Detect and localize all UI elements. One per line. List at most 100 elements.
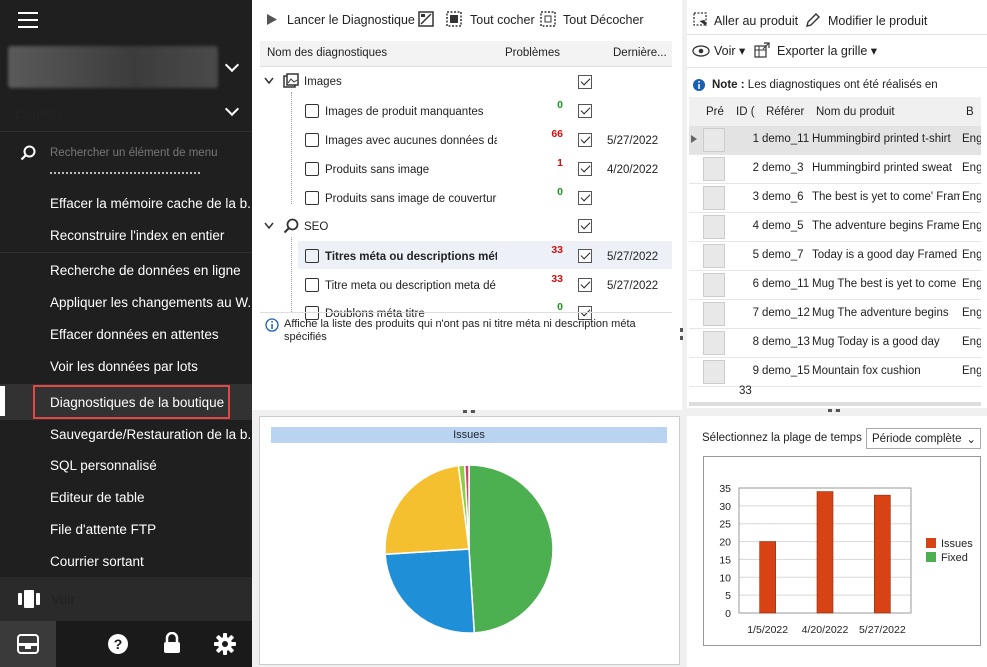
group-seo[interactable]: SEO	[304, 221, 328, 233]
product-reference: demo_3	[762, 162, 804, 174]
sidebar-item-1[interactable]: Reconstruire l'index en entier	[50, 228, 252, 243]
diagnostic-row-label[interactable]: Images avec aucunes données da	[325, 135, 497, 147]
run-diagnostic-button[interactable]: Lancer le Diagnostique	[287, 13, 415, 27]
sidebar-item-9[interactable]: Editeur de table	[50, 490, 252, 505]
product-row[interactable]: 8 demo_13 Mug Today is a good day Eng	[689, 329, 981, 358]
product-row[interactable]: 6 demo_11 Mug The best is yet to come Eng	[689, 271, 981, 300]
edit-product-button[interactable]: Modifier le produit	[828, 14, 927, 28]
tree-line	[291, 237, 292, 312]
splitter-handle[interactable]	[463, 410, 475, 413]
col-id-header[interactable]: ID (	[736, 106, 755, 118]
svg-text:?: ?	[114, 636, 123, 652]
y-tick-label: 0	[725, 608, 731, 620]
y-tick-label: 15	[719, 554, 731, 566]
product-b-cell: Eng	[962, 336, 981, 348]
col-name-header[interactable]: Nom des diagnostiques	[267, 47, 387, 59]
group-images[interactable]: Images	[304, 76, 342, 88]
product-b-cell: Eng	[962, 162, 981, 174]
images-group-icon	[283, 73, 299, 88]
sidebar-item-8[interactable]: SQL personnalisé	[50, 458, 252, 473]
sidebar-item-7[interactable]: Sauvegarde/Restauration de la b...	[50, 427, 252, 442]
note-text: Les diagnostiques ont été réalisés en	[747, 79, 938, 91]
store-icon	[17, 634, 39, 654]
store-selector[interactable]	[8, 46, 218, 88]
product-row[interactable]: 9 demo_15 Mountain fox cushion Eng	[689, 358, 981, 387]
diagnostic-checkbox[interactable]	[578, 278, 592, 292]
chevron-down-icon[interactable]	[264, 77, 274, 85]
goto-product-button[interactable]: Aller au produit	[714, 14, 798, 28]
horizontal-scrollbar[interactable]	[689, 402, 981, 406]
sidebar-item-5[interactable]: Voir les données par lots	[50, 359, 252, 374]
diagnostic-row-label[interactable]: Produits sans image	[325, 164, 497, 176]
diagnostic-checkbox[interactable]	[578, 104, 592, 118]
language-selector[interactable]: English	[15, 105, 61, 121]
time-range-label: Sélectionnez la plage de temps	[702, 432, 862, 444]
product-name: Mug The best is yet to come	[812, 278, 957, 290]
bar-chart: 0 5 10 15 20 25 30 35 1/5/2022 4/20/2022 5/27/2022…	[719, 483, 973, 636]
product-row[interactable]: 2 demo_3 Hummingbird printed sweat Eng	[689, 155, 981, 184]
diagnostic-row-label[interactable]: Titre meta ou description meta dé	[325, 280, 497, 292]
product-b-cell: Eng	[962, 278, 981, 290]
check-all-button[interactable]: Tout cocher	[470, 13, 535, 27]
diagnostic-type-icon	[305, 278, 319, 292]
sidebar-item-11[interactable]: Courrier sortant	[50, 554, 252, 569]
chevron-down-icon[interactable]	[264, 222, 274, 230]
col-preview-header[interactable]: Pré	[706, 106, 724, 118]
splitter-handle[interactable]	[828, 409, 840, 412]
sidebar-item-10[interactable]: File d'attente FTP	[50, 522, 252, 537]
product-name: Mug The adventure begins	[812, 307, 949, 319]
image-toggle-icon[interactable]	[418, 11, 434, 27]
eye-icon	[692, 45, 710, 57]
check-all-icon	[446, 11, 462, 27]
splitter-handle[interactable]	[680, 328, 683, 340]
product-b-cell: Eng	[962, 220, 981, 232]
hamburger-menu-icon[interactable]	[18, 12, 38, 30]
diagnostic-checkbox[interactable]	[578, 249, 592, 263]
group-seo-checkbox[interactable]	[578, 219, 592, 233]
view-dropdown[interactable]: Voir ▾	[714, 43, 745, 58]
product-name: Hummingbird printed t-shirt	[812, 133, 951, 145]
diagnostic-checkbox[interactable]	[578, 191, 592, 205]
help-icon[interactable]: ?	[107, 633, 129, 655]
product-row[interactable]: 3 demo_6 The best is yet to come' Fram Eng	[689, 184, 981, 213]
group-images-checkbox[interactable]	[578, 75, 592, 89]
product-row[interactable]: 5 demo_7 Today is a good day Framed Eng	[689, 242, 981, 271]
product-row[interactable]: 7 demo_12 Mug The adventure begins Eng	[689, 300, 981, 329]
problem-count: 0	[557, 99, 563, 111]
col-b-header[interactable]: B	[966, 106, 974, 118]
diagnostic-checkbox[interactable]	[578, 133, 592, 147]
uncheck-all-button[interactable]: Tout Décocher	[563, 13, 644, 27]
product-b-cell: Eng	[962, 365, 981, 377]
problem-count: 33	[551, 273, 563, 285]
diagnostic-row-label[interactable]: Titres méta ou descriptions méta	[325, 251, 497, 263]
y-tick-label: 30	[719, 501, 731, 513]
col-product-name-header[interactable]: Nom du produit	[816, 106, 895, 118]
product-row[interactable]: 1 demo_11 Hummingbird printed t-shirt Eng	[689, 126, 981, 155]
sidebar-item-3[interactable]: Appliquer les changements au W...	[50, 295, 252, 310]
pie-slice-0	[468, 464, 554, 634]
sidebar-item-2[interactable]: Recherche de données en ligne	[50, 263, 252, 278]
diagnostic-checkbox[interactable]	[578, 162, 592, 176]
sidebar-item-0[interactable]: Effacer la mémoire cache de la b...	[50, 196, 252, 211]
menu-search-input[interactable]: Rechercher un élément de menu	[50, 147, 218, 159]
product-row[interactable]: 4 demo_5 The adventure begins Frame Eng	[689, 213, 981, 242]
gear-icon[interactable]	[214, 633, 236, 655]
product-id: 2	[752, 162, 759, 174]
tree-line	[291, 92, 292, 204]
col-last-header[interactable]: Dernière...	[613, 47, 667, 59]
export-grid-dropdown[interactable]: Exporter la grille ▾	[777, 43, 877, 58]
diagnostic-type-icon	[305, 162, 319, 176]
col-problems-header[interactable]: Problèmes	[505, 47, 560, 59]
diagnostic-row-label[interactable]: Produits sans image de couvertur	[325, 193, 497, 205]
seo-group-icon	[283, 218, 299, 234]
sidebar-item-4[interactable]: Effacer données en attentes	[50, 327, 252, 342]
time-range-select[interactable]: Période complète ⌄	[866, 428, 981, 449]
divider	[0, 131, 252, 132]
product-id: 9	[752, 365, 759, 377]
lock-icon[interactable]	[162, 632, 182, 654]
problem-count: 66	[551, 128, 563, 140]
product-b-cell: Eng	[962, 249, 981, 261]
product-name: Mug Today is a good day	[812, 336, 940, 348]
col-reference-header[interactable]: Référer	[766, 106, 804, 118]
diagnostic-row-label[interactable]: Images de produit manquantes	[325, 106, 497, 118]
